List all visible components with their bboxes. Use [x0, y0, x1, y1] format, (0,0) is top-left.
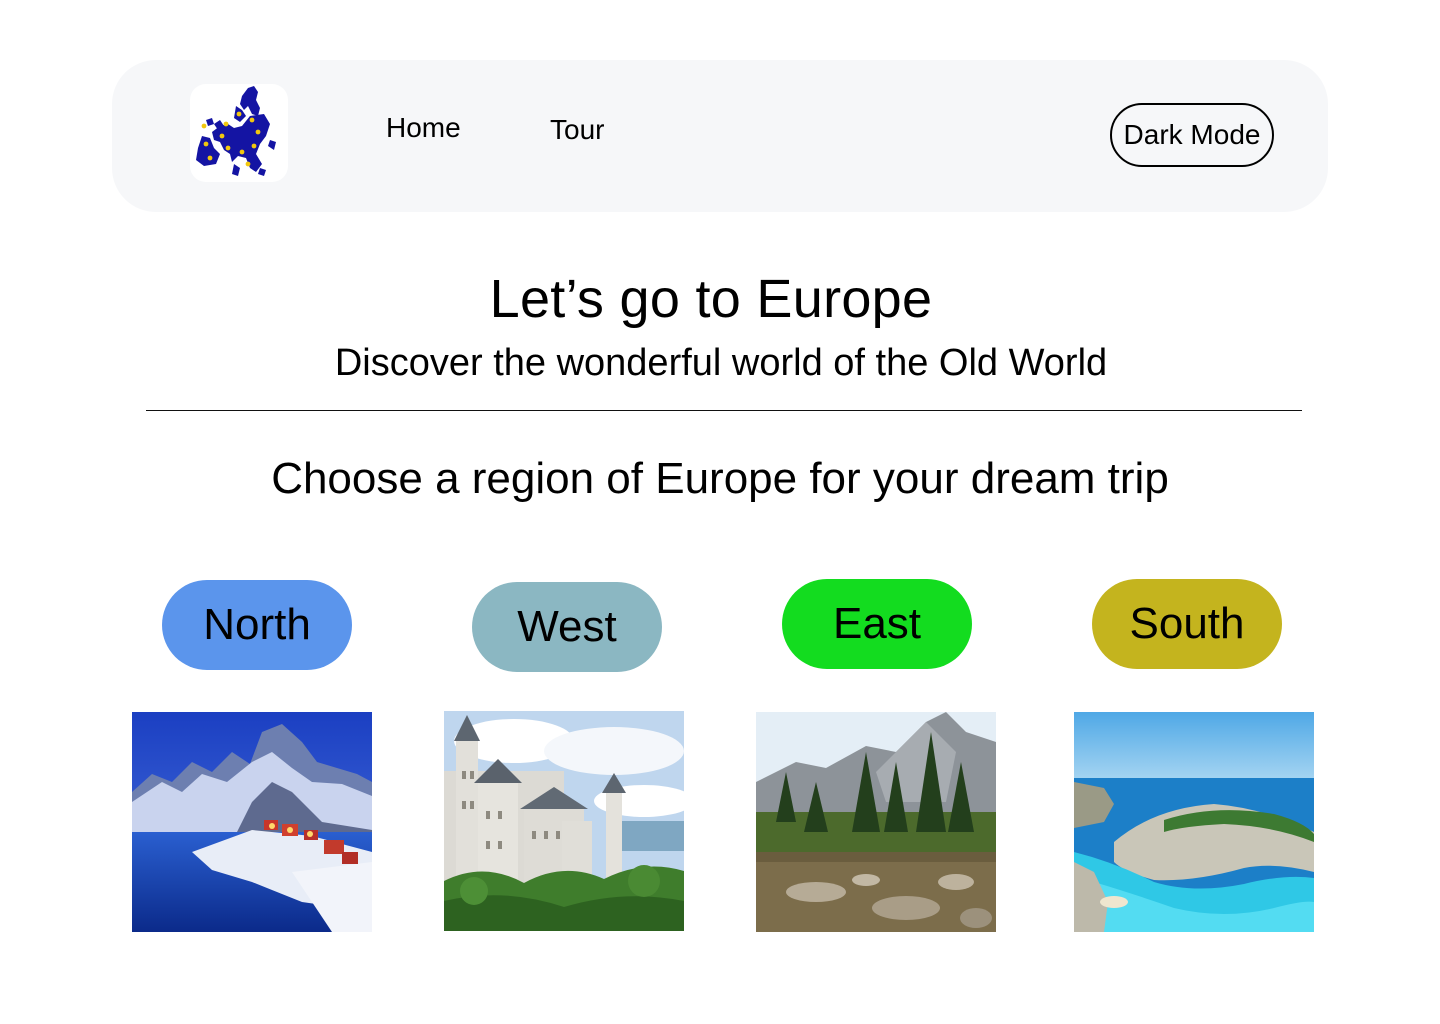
region-button-west[interactable]: West: [472, 582, 662, 672]
region-image-north[interactable]: [132, 712, 372, 932]
mountain-lake-photo: [756, 712, 996, 932]
dark-mode-button[interactable]: Dark Mode: [1110, 103, 1274, 167]
turquoise-bay-cliff-photo: [1074, 712, 1314, 932]
snowy-fjord-village-photo: [132, 712, 372, 932]
page: Home Tour Dark Mode Let’s go to Europe D…: [0, 0, 1440, 1024]
region-button-north[interactable]: North: [162, 580, 352, 670]
section-heading: Choose a region of Europe for your dream…: [271, 454, 1169, 503]
nav-link-tour[interactable]: Tour: [550, 114, 604, 146]
region-image-south[interactable]: [1074, 712, 1314, 932]
region-button-south[interactable]: South: [1092, 579, 1282, 669]
page-subtitle: Discover the wonderful world of the Old …: [334, 342, 1108, 384]
region-image-west[interactable]: [444, 711, 684, 931]
castle-photo: [444, 711, 684, 931]
page-title: Let’s go to Europe: [489, 269, 933, 329]
divider: [146, 410, 1302, 411]
europe-map-icon: [196, 86, 276, 176]
region-button-east[interactable]: East: [782, 579, 972, 669]
region-image-east[interactable]: [756, 712, 996, 932]
nav-link-home[interactable]: Home: [386, 112, 461, 144]
logo[interactable]: [190, 84, 288, 182]
navbar: Home Tour Dark Mode: [112, 60, 1328, 212]
